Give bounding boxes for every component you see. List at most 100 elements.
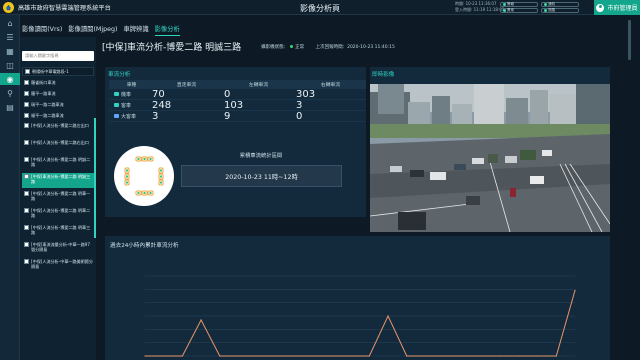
intersection-icon <box>124 156 164 196</box>
icon-rail: ⌂ ☰ ▦ ◫ ◉ ⚲ ▤ <box>0 15 20 360</box>
checkbox[interactable] <box>24 157 29 162</box>
checkbox[interactable] <box>24 102 29 107</box>
camera-icon[interactable]: ◉ <box>0 73 20 85</box>
sidebar-scrollbar[interactable] <box>94 118 96 238</box>
checkbox[interactable] <box>24 80 29 85</box>
map-icon[interactable]: ◫ <box>0 59 20 71</box>
page-scrollbar[interactable] <box>628 20 631 60</box>
sidebar-item[interactable]: [中保]人流分析-中華一路美術館分隔島 <box>22 258 94 273</box>
sidebar-item[interactable]: [中保]人流分析-博愛二路 明華三路 <box>22 224 94 239</box>
column-header: 右轉車流 <box>320 83 341 88</box>
document-icon[interactable]: ▤ <box>0 101 20 113</box>
checkbox[interactable] <box>24 225 29 230</box>
status-pill-error[interactable]: 異常 <box>500 8 538 13</box>
user-button[interactable]: 市府管理員 <box>594 0 640 15</box>
location-header: [中保]車流分析-博愛二路 明誠三路 攝影機狀態： 正常 上次回報時間：2020-… <box>102 40 395 53</box>
status-label: 攝影機狀態： <box>261 44 289 50</box>
upload-value: 2020-10-23 11:40:15 <box>347 44 395 50</box>
chart-point <box>499 355 501 357</box>
chart-point <box>387 315 389 317</box>
chart-point <box>368 355 370 357</box>
sidebar-item[interactable]: 朝陽街中華電路段-1 <box>22 67 94 76</box>
live-camera-feed[interactable] <box>370 84 610 232</box>
sidebar-item-label: 福平一路二路車流 <box>31 112 64 118</box>
status-ok-icon <box>290 44 294 48</box>
sidebar-item-label: [中保]人流分析-博愛二路 明誠二路 <box>31 157 91 168</box>
checkbox[interactable] <box>24 91 29 96</box>
checkbox[interactable] <box>24 123 29 128</box>
sidebar-item[interactable]: [中保]人流分析-博愛二路 明誠二路 <box>22 156 94 171</box>
location-icon[interactable]: ⚲ <box>0 87 20 99</box>
chart-point <box>237 355 240 357</box>
status-dot-icon <box>503 9 506 12</box>
sidebar-item-label: [中保]人流分析-博愛二路 明華一路 <box>31 191 91 202</box>
vehicle-type: 客車 <box>121 102 132 109</box>
status-pill-label: 警報 <box>507 2 514 6</box>
tab-analysis[interactable]: 影像分析 <box>154 24 180 36</box>
app-title: 高雄市政府智慧雲端管理系統平台 <box>18 4 111 12</box>
checkbox[interactable] <box>25 69 30 74</box>
table-row: 機車 70 0 303 <box>109 89 366 100</box>
sidebar-item-label: [中保]人流分析-中華一路美術館分隔島 <box>31 259 93 270</box>
chart-point <box>219 355 221 357</box>
status-pill-alarm[interactable]: 警報 <box>500 2 538 7</box>
sidebar-item-label: [中保]人流分析-博愛二路右出口 <box>31 140 89 145</box>
sidebar-item[interactable]: [中保]人流分析-博愛二路 明華一路 <box>22 190 94 205</box>
checkbox[interactable] <box>24 259 29 264</box>
home-icon[interactable]: ⌂ <box>0 17 20 29</box>
view-tabs: 影像讀閱(Vrs) 影像讀閱(Mjpeg) 車牌辨識 影像分析 <box>22 24 180 36</box>
checkbox[interactable] <box>24 242 29 247</box>
chart-point <box>555 355 557 357</box>
chart-point <box>181 355 183 357</box>
status-pill-notice[interactable]: 通知 <box>541 2 579 7</box>
chart-point <box>275 355 277 357</box>
straight-count: 3 <box>152 110 159 122</box>
chart-point <box>574 289 576 291</box>
chart-point <box>350 355 352 357</box>
chart-point <box>256 355 258 357</box>
status-pill-label: 通知 <box>548 2 555 6</box>
chart-point <box>144 355 146 357</box>
sidebar-item-selected[interactable]: [中保]車流分析-博愛二路 明誠三路 <box>22 173 94 188</box>
tab-vrs[interactable]: 影像讀閱(Vrs) <box>22 24 62 36</box>
right-count: 0 <box>296 110 303 122</box>
stat-range-label: 累積車流統計區間 <box>239 153 283 159</box>
sidebar-item[interactable]: 羅雀街口車流 <box>22 78 94 87</box>
straight-count: 248 <box>152 99 172 111</box>
user-icon <box>596 3 605 12</box>
grid-icon[interactable]: ▦ <box>0 45 20 57</box>
sidebar-item[interactable]: [中保]人流分析-博愛二路右出口 <box>22 139 94 154</box>
checkbox[interactable] <box>24 113 29 118</box>
checkbox[interactable] <box>24 191 29 196</box>
right-count: 303 <box>296 88 316 100</box>
tab-plate[interactable]: 車牌辨識 <box>123 24 148 36</box>
sidebar-item[interactable]: 瑞平一路二路車流 <box>22 100 94 109</box>
status-pill-label: 提醒 <box>548 8 555 12</box>
hourly-flow-chart <box>144 275 576 357</box>
sidebar-item[interactable]: [中保]人流分析-博愛二路左出口 <box>22 122 94 137</box>
sidebar-item-label: 瑞平一路二路車流 <box>31 101 64 107</box>
sidebar-item[interactable]: 福平一路二路車流 <box>22 111 94 120</box>
intersection-diagram <box>114 146 174 206</box>
flow-panel-title: 車流分析 <box>108 72 131 78</box>
sidebar-item-label: [中保]人流分析-博愛二路 明華二路 <box>31 208 91 219</box>
hourly-flow-chart-panel: 過去24小時內累計車流分析 <box>105 236 610 360</box>
sidebar-item[interactable]: [中保]人流分析-博愛二路 明華二路 <box>22 207 94 222</box>
camera-sidebar: 請輸入關鍵字搜尋 朝陽街中華電路段-1 羅雀街口車流 羅平一路車流 瑞平一路二路… <box>20 37 96 360</box>
tab-mjpeg[interactable]: 影像讀閱(Mjpeg) <box>68 24 117 36</box>
table-row: 客車 248 103 3 <box>109 100 366 111</box>
checkbox[interactable] <box>24 174 29 179</box>
search-input[interactable]: 請輸入關鍵字搜尋 <box>22 51 94 61</box>
checkbox[interactable] <box>24 208 29 213</box>
sidebar-item-label: 朝陽街中華電路段-1 <box>32 68 69 74</box>
checkbox[interactable] <box>24 140 29 145</box>
sidebar-item[interactable]: [中保]車流流量分析-中華一路97號分隔島 <box>22 241 94 256</box>
stat-range-box: 2020-10-23 11時~12時 <box>181 165 342 187</box>
status-pill-reminder[interactable]: 提醒 <box>541 8 579 13</box>
table-row: 大客車 3 9 0 <box>109 111 366 122</box>
sidebar-item[interactable]: 羅平一路車流 <box>22 89 94 98</box>
list-icon[interactable]: ☰ <box>0 31 20 43</box>
status-value: 正常 <box>295 44 305 50</box>
left-count: 0 <box>224 88 231 100</box>
sidebar-item-label: 羅雀街口車流 <box>31 79 56 85</box>
